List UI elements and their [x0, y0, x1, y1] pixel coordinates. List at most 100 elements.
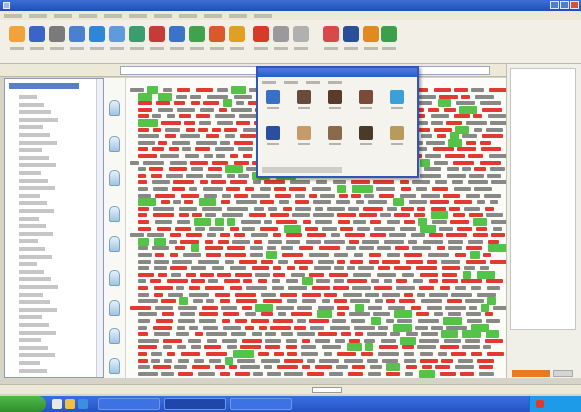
- picture-item[interactable]: [386, 90, 408, 116]
- tree-item[interactable]: [19, 239, 38, 244]
- tree-item[interactable]: [19, 338, 41, 343]
- pushpin-icon[interactable]: [109, 270, 120, 286]
- tree-item[interactable]: [19, 307, 57, 312]
- menu-item[interactable]: [129, 14, 147, 18]
- tree-item[interactable]: [19, 345, 48, 350]
- tree-root-item[interactable]: [9, 83, 79, 89]
- toolbar-button[interactable]: [320, 26, 342, 60]
- menu-item[interactable]: [54, 14, 72, 18]
- tray-icon[interactable]: [536, 400, 544, 408]
- tree-item[interactable]: [19, 201, 47, 206]
- dialog-tab[interactable]: [284, 81, 298, 84]
- tree-item[interactable]: [19, 155, 49, 160]
- tree-item[interactable]: [19, 95, 37, 99]
- menu-item[interactable]: [104, 14, 122, 18]
- start-button[interactable]: [0, 396, 46, 412]
- tree-item[interactable]: [19, 269, 44, 274]
- tree-item[interactable]: [19, 163, 56, 168]
- right-secondary-button[interactable]: [553, 370, 573, 377]
- toolbar-button[interactable]: [46, 26, 68, 60]
- tree-item[interactable]: [19, 315, 42, 320]
- toolbar-button[interactable]: [206, 26, 228, 60]
- tree-item[interactable]: [19, 186, 55, 191]
- tree-item[interactable]: [19, 254, 52, 259]
- menu-item[interactable]: [4, 14, 22, 18]
- dialog-title-bar[interactable]: [258, 68, 417, 77]
- quick-launch-icon[interactable]: [52, 399, 62, 409]
- pushpin-icon[interactable]: [109, 136, 120, 152]
- menu-item[interactable]: [29, 14, 47, 18]
- toolbar-button[interactable]: [250, 26, 272, 60]
- menu-item[interactable]: [254, 14, 272, 18]
- tree-item[interactable]: [19, 353, 55, 358]
- toolbar-button[interactable]: [186, 26, 208, 60]
- tree-item[interactable]: [19, 117, 58, 122]
- pushpin-icon[interactable]: [109, 328, 120, 344]
- toolbar-button[interactable]: [66, 26, 88, 60]
- menu-item[interactable]: [154, 14, 172, 18]
- picture-item[interactable]: [355, 90, 377, 116]
- menu-item[interactable]: [79, 14, 97, 18]
- tree-item[interactable]: [19, 148, 42, 153]
- toolbar-button[interactable]: [378, 26, 400, 60]
- pushpin-icon[interactable]: [109, 206, 120, 222]
- taskbar-button[interactable]: [164, 398, 226, 410]
- taskbar-button[interactable]: [98, 398, 160, 410]
- picture-item[interactable]: [324, 126, 346, 152]
- pushpin-icon[interactable]: [109, 236, 120, 252]
- tree-item[interactable]: [19, 330, 56, 335]
- menu-item[interactable]: [179, 14, 197, 18]
- toolbar-button[interactable]: [166, 26, 188, 60]
- tree-item[interactable]: [19, 285, 58, 289]
- dialog-tab[interactable]: [262, 81, 276, 84]
- tree-item[interactable]: [19, 102, 44, 107]
- quick-launch-icon[interactable]: [78, 399, 88, 409]
- toolbar-button[interactable]: [26, 26, 48, 60]
- tree-item[interactable]: [19, 300, 50, 305]
- toolbar-button[interactable]: [270, 26, 292, 60]
- menu-item[interactable]: [229, 14, 247, 18]
- close-button[interactable]: [570, 1, 579, 9]
- picture-item[interactable]: [262, 90, 284, 116]
- minimize-button[interactable]: [550, 1, 559, 9]
- tree-item[interactable]: [19, 140, 57, 145]
- tree-item[interactable]: [19, 262, 37, 267]
- right-action-button[interactable]: [512, 370, 550, 377]
- tree-item[interactable]: [19, 171, 41, 175]
- toolbar-button[interactable]: [106, 26, 128, 60]
- pushpin-icon[interactable]: [109, 358, 120, 374]
- toolbar-button[interactable]: [6, 26, 28, 60]
- picture-item[interactable]: [324, 90, 346, 116]
- picture-item[interactable]: [262, 126, 284, 152]
- toolbar-button[interactable]: [126, 26, 148, 60]
- taskbar-button[interactable]: [230, 398, 292, 410]
- tree-item[interactable]: [19, 133, 50, 137]
- title-bar[interactable]: [0, 0, 581, 11]
- toolbar-button[interactable]: [290, 26, 312, 60]
- maximize-button[interactable]: [560, 1, 569, 9]
- pushpin-icon[interactable]: [109, 300, 120, 316]
- tree-item[interactable]: [19, 368, 47, 373]
- picture-item[interactable]: [355, 126, 377, 152]
- tree-item[interactable]: [19, 292, 43, 297]
- pushpin-icon[interactable]: [109, 170, 120, 186]
- tree-item[interactable]: [19, 110, 51, 115]
- tree-item[interactable]: [19, 361, 40, 365]
- toolbar-button[interactable]: [340, 26, 362, 60]
- toolbar-button[interactable]: [86, 26, 108, 60]
- tree-item[interactable]: [19, 178, 48, 183]
- tree-item[interactable]: [19, 193, 40, 198]
- picture-item[interactable]: [293, 90, 315, 116]
- tree-scrollbar[interactable]: [96, 79, 103, 377]
- toolbar-button[interactable]: [226, 26, 248, 60]
- dialog-tab[interactable]: [328, 81, 342, 84]
- tree-item[interactable]: [19, 247, 45, 251]
- dialog-tab[interactable]: [306, 81, 320, 84]
- tree-item[interactable]: [19, 224, 46, 229]
- tree-item[interactable]: [19, 216, 39, 221]
- pushpin-icon[interactable]: [109, 100, 120, 116]
- quick-launch-icon[interactable]: [65, 399, 75, 409]
- menu-item[interactable]: [204, 14, 222, 18]
- tree-item[interactable]: [19, 125, 43, 130]
- tree-item[interactable]: [19, 209, 54, 213]
